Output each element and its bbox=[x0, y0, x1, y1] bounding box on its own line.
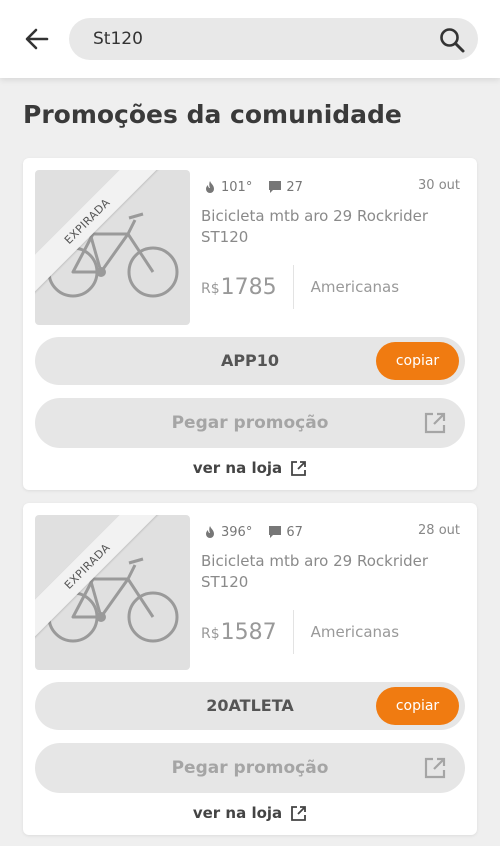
price-currency: R$ bbox=[201, 626, 220, 642]
store-name: Americanas bbox=[310, 278, 400, 296]
search-bar bbox=[69, 18, 478, 60]
comment-icon bbox=[269, 181, 282, 193]
coupon-field: 20ATLETA copiar bbox=[35, 682, 465, 730]
get-promotion-button[interactable]: Pegar promoção bbox=[35, 398, 465, 448]
flame-icon bbox=[206, 181, 214, 193]
comment-icon bbox=[269, 526, 282, 538]
copy-coupon-button[interactable]: copiar bbox=[376, 342, 459, 380]
get-promotion-label: Pegar promoção bbox=[171, 413, 329, 433]
divider bbox=[292, 265, 294, 309]
promotion-card[interactable]: EXPIRADA 101° 27 30 out Bicicleta mtb ar… bbox=[23, 158, 477, 490]
post-date: 28 out bbox=[418, 523, 460, 538]
expired-badge: EXPIRADA bbox=[35, 170, 160, 294]
get-promotion-button[interactable]: Pegar promoção bbox=[35, 743, 465, 793]
product-image[interactable]: EXPIRADA bbox=[35, 170, 190, 325]
external-link-icon bbox=[424, 757, 446, 779]
temperature: 396° bbox=[221, 524, 253, 540]
search-icon bbox=[440, 28, 465, 53]
view-in-store-label: ver na loja bbox=[192, 459, 283, 477]
product-title[interactable]: Bicicleta mtb aro 29 Rockrider ST120 bbox=[201, 206, 441, 248]
divider bbox=[292, 610, 294, 654]
copy-coupon-button[interactable]: copiar bbox=[376, 687, 459, 725]
back-button[interactable] bbox=[22, 24, 52, 54]
view-in-store-link[interactable]: ver na loja bbox=[23, 456, 477, 480]
price-row: R$ 1587 Americanas bbox=[201, 609, 399, 655]
get-promotion-label: Pegar promoção bbox=[171, 758, 329, 778]
post-date: 30 out bbox=[418, 178, 460, 193]
external-link-icon bbox=[424, 412, 446, 434]
temperature: 101° bbox=[221, 179, 253, 195]
price: 1587 bbox=[220, 619, 277, 645]
product-image[interactable]: EXPIRADA bbox=[35, 515, 190, 670]
page-title: Promoções da comunidade bbox=[23, 100, 402, 129]
store-name: Americanas bbox=[310, 623, 400, 641]
arrow-left-icon bbox=[25, 28, 49, 50]
promotion-stats: 101° 27 bbox=[203, 178, 303, 196]
promotion-card[interactable]: EXPIRADA 396° 67 28 out Bicicleta mtb ar… bbox=[23, 503, 477, 835]
search-button[interactable] bbox=[438, 26, 466, 54]
flame-icon bbox=[206, 526, 214, 538]
price: 1785 bbox=[220, 274, 277, 300]
view-in-store-label: ver na loja bbox=[192, 804, 283, 822]
comment-count: 27 bbox=[286, 179, 303, 195]
search-input[interactable] bbox=[93, 18, 423, 60]
external-link-icon bbox=[291, 805, 307, 821]
comment-count: 67 bbox=[286, 524, 303, 540]
external-link-icon bbox=[291, 460, 307, 476]
promotion-stats: 396° 67 bbox=[203, 523, 303, 541]
top-bar bbox=[0, 0, 500, 78]
view-in-store-link[interactable]: ver na loja bbox=[23, 801, 477, 825]
product-title[interactable]: Bicicleta mtb aro 29 Rockrider ST120 bbox=[201, 551, 441, 593]
price-currency: R$ bbox=[201, 281, 220, 297]
price-row: R$ 1785 Americanas bbox=[201, 264, 399, 310]
expired-badge: EXPIRADA bbox=[35, 515, 160, 639]
coupon-field: APP10 copiar bbox=[35, 337, 465, 385]
